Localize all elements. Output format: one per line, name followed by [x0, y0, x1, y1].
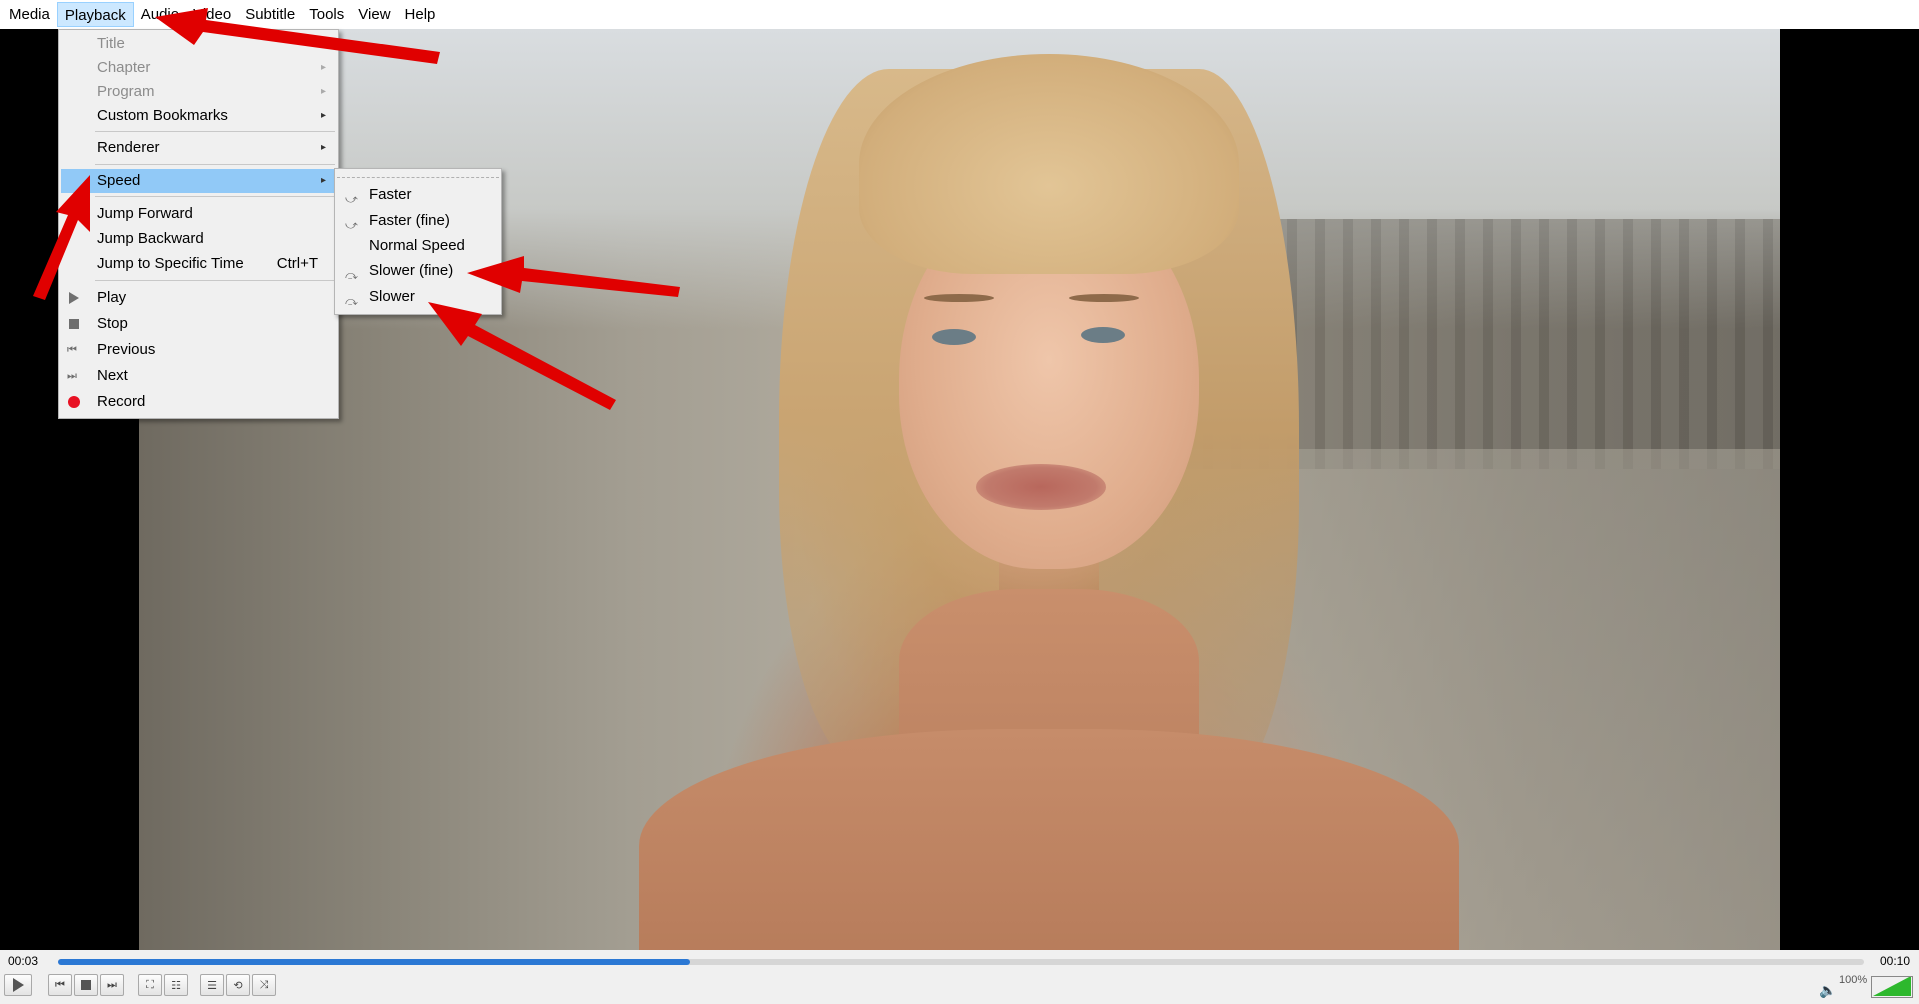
- menu-item-renderer[interactable]: Renderer ▸: [61, 136, 336, 160]
- menu-separator: [95, 164, 335, 165]
- previous-icon: ⏮: [55, 978, 65, 991]
- speed-submenu: ⤻ Faster ⤻ Faster (fine) Normal Speed ⤼ Slo…: [334, 168, 502, 315]
- menu-item-stop[interactable]: Stop: [61, 312, 336, 336]
- menu-bar: Media Playback Audio Video Subtitle Tool…: [0, 0, 1919, 29]
- slower-fine-icon: ⤼: [345, 268, 358, 282]
- playlist-button[interactable]: ☰: [200, 974, 224, 996]
- fullscreen-icon: ⛶: [146, 978, 154, 991]
- extended-settings-button[interactable]: ☷: [164, 974, 188, 996]
- shuffle-icon: ⤨: [259, 978, 269, 991]
- menu-item-title[interactable]: Title ▸: [61, 32, 336, 56]
- menu-subtitle[interactable]: Subtitle: [238, 2, 302, 27]
- speed-normal[interactable]: Normal Speed: [337, 234, 499, 258]
- menu-help[interactable]: Help: [398, 2, 443, 27]
- playlist-icon: ☰: [207, 979, 217, 992]
- menu-item-custom-bookmarks[interactable]: Custom Bookmarks ▸: [61, 104, 336, 128]
- faster-icon: ⤻: [345, 192, 358, 206]
- stop-button[interactable]: [74, 974, 98, 996]
- speed-faster[interactable]: ⤻ Faster: [337, 183, 499, 207]
- menu-item-chapter[interactable]: Chapter ▸: [61, 56, 336, 80]
- chevron-right-icon: ▸: [320, 62, 326, 73]
- menu-item-record[interactable]: Record: [61, 390, 336, 414]
- seek-progress: [58, 959, 691, 965]
- chevron-right-icon: ▸: [320, 38, 326, 49]
- chevron-right-icon: ▸: [320, 86, 326, 97]
- previous-button[interactable]: ⏮: [48, 974, 72, 996]
- menu-separator: [95, 131, 335, 132]
- shuffle-button[interactable]: ⤨: [252, 974, 276, 996]
- speed-faster-fine[interactable]: ⤻ Faster (fine): [337, 209, 499, 233]
- volume-slider[interactable]: [1871, 976, 1913, 998]
- equalizer-icon: ☷: [171, 979, 181, 992]
- menu-item-jump-backward[interactable]: Jump Backward: [61, 227, 336, 251]
- stop-icon: [69, 319, 79, 329]
- chevron-right-icon: ▸: [320, 142, 326, 153]
- next-button[interactable]: ⏭: [100, 974, 124, 996]
- menu-audio[interactable]: Audio: [134, 2, 186, 27]
- menu-item-jump-forward[interactable]: Jump Forward: [61, 202, 336, 226]
- speed-slower[interactable]: ⤼ Slower: [337, 285, 499, 309]
- menu-item-play[interactable]: Play: [61, 286, 336, 310]
- playback-menu: Title ▸ Chapter ▸ Program ▸ Custom Bookmark…: [58, 29, 339, 419]
- total-time: 00:10: [1880, 954, 1911, 968]
- menu-media[interactable]: Media: [2, 2, 57, 27]
- volume-control[interactable]: 🔈 100%: [1815, 974, 1915, 1000]
- menu-item-previous[interactable]: ⏮ Previous: [61, 338, 336, 362]
- play-icon: [12, 978, 24, 992]
- menu-view[interactable]: View: [351, 2, 397, 27]
- loop-icon: ⟲: [233, 979, 243, 992]
- chevron-right-icon: ▸: [320, 110, 326, 121]
- speed-slower-fine[interactable]: ⤼ Slower (fine): [337, 259, 499, 283]
- elapsed-time: 00:03: [8, 954, 39, 968]
- menu-separator: [337, 177, 499, 178]
- menu-tools[interactable]: Tools: [302, 2, 351, 27]
- menu-video[interactable]: Video: [186, 2, 238, 27]
- play-icon: [69, 292, 79, 304]
- menu-item-program[interactable]: Program ▸: [61, 80, 336, 104]
- menu-item-speed[interactable]: Speed ▸: [61, 169, 336, 193]
- seek-bar[interactable]: [58, 959, 1864, 965]
- speaker-icon[interactable]: 🔈: [1819, 982, 1836, 999]
- volume-percent: 100%: [1839, 974, 1868, 986]
- loop-button[interactable]: ⟲: [226, 974, 250, 996]
- chevron-right-icon: ▸: [320, 175, 326, 186]
- next-icon: ⏭: [107, 978, 117, 991]
- record-icon: [68, 396, 80, 408]
- player-controls: 00:03 00:10 ⏮ ⏭ ⛶ ☷ ☰ ⟲ ⤨ 🔈 100%: [0, 950, 1919, 1004]
- stop-icon: [81, 980, 91, 990]
- menu-item-next[interactable]: ⏭ Next: [61, 364, 336, 388]
- fullscreen-button[interactable]: ⛶: [138, 974, 162, 996]
- shortcut-label: Ctrl+T: [276, 255, 318, 272]
- previous-icon: ⏮: [67, 344, 77, 356]
- menu-separator: [95, 280, 335, 281]
- menu-playback[interactable]: Playback: [56, 2, 134, 27]
- next-icon: ⏭: [67, 370, 77, 382]
- play-button[interactable]: [4, 974, 32, 996]
- menu-separator: [95, 196, 335, 197]
- slower-icon: ⤼: [345, 294, 358, 308]
- menu-item-jump-to-time[interactable]: Jump to Specific Time Ctrl+T: [61, 252, 336, 276]
